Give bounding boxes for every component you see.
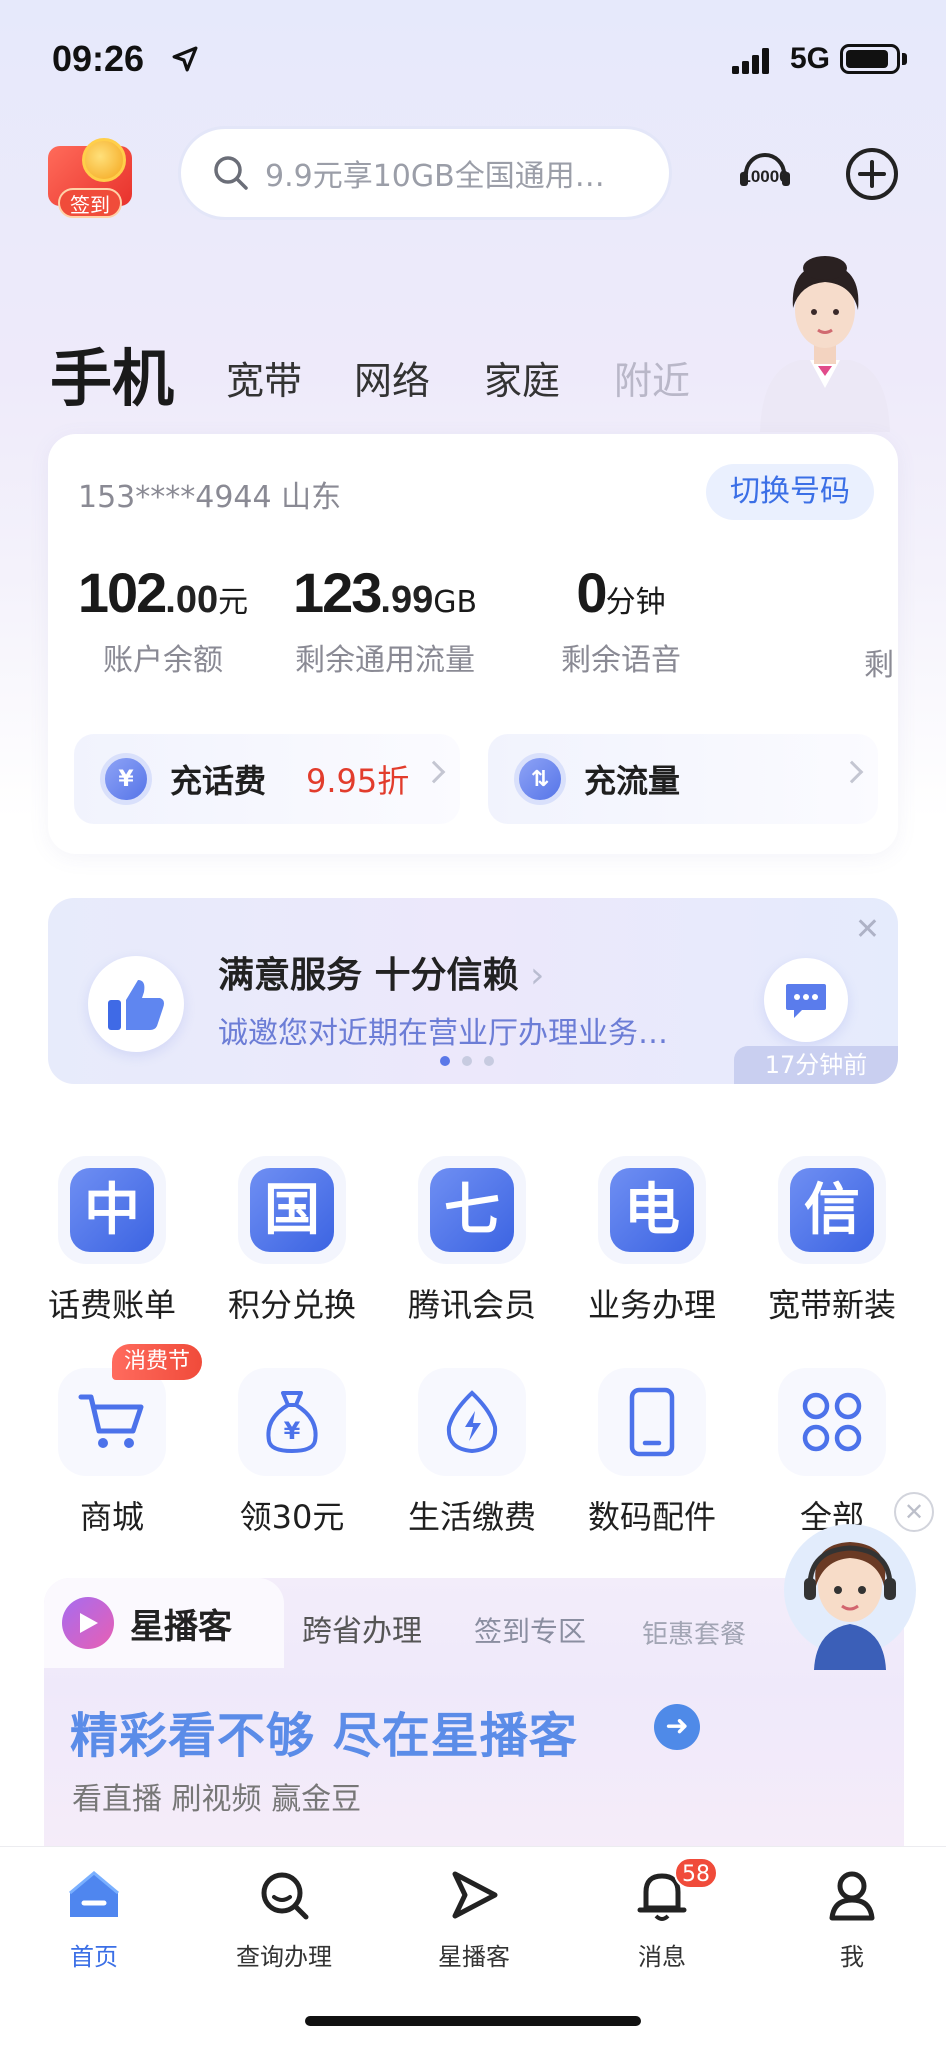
banner-subtitle: 诚邀您对近期在营业厅办理业务… [218,1016,668,1051]
stat-label: 剩余语音 [561,643,681,678]
switch-number-button[interactable]: 切换号码 [706,464,874,520]
svg-text:10000: 10000 [741,167,788,186]
yen-coin-icon: ¥ [100,753,152,805]
star-headline[interactable]: 精彩看不够 尽在星播客 [70,1696,578,1766]
grid-item-broadband-install[interactable]: 信 宽带新装 [742,1156,922,1326]
thumbs-up-icon [88,956,184,1052]
bolt-icon [446,1390,498,1454]
phone-device-icon [629,1387,675,1457]
location-arrow-icon [172,46,198,72]
plus-circle-icon[interactable] [844,146,900,202]
nav-messages[interactable]: 消息 [582,1865,742,1972]
message-count-badge: 58 [674,1857,718,1889]
chat-bubble-icon [764,958,848,1042]
checkin-label: 签到 [58,188,122,218]
person-icon [822,1865,882,1925]
tab-checkin-zone[interactable]: 签到专区 [474,1610,586,1650]
phone-number: 153****4944 山东 [78,480,342,515]
tencent-vip-icon: 七 [430,1168,514,1252]
tab-deals[interactable]: 钜惠套餐 [642,1614,746,1651]
money-bag-icon: ¥ [266,1391,318,1454]
customer-service-agent-illustration [760,256,890,432]
network-type: 5G [790,42,831,75]
coin-icon [82,138,126,182]
chevron-right-icon [422,760,446,784]
cart-icon [78,1394,144,1448]
tab-star-broadcast[interactable]: 星播客 [44,1578,284,1668]
recharge-discount: 9.95折 [306,762,410,800]
banner-title: 满意服务 十分信赖 › [218,955,545,996]
magnifier-icon [254,1865,314,1925]
carousel-indicator [440,1056,494,1066]
star-broadcast-logo-icon [62,1597,114,1649]
arrow-right-icon[interactable]: ➜ [654,1704,700,1750]
stat-data[interactable]: 123.99GB 剩余通用流量 [270,560,500,679]
close-icon[interactable]: ✕ [855,912,880,947]
battery-icon [840,44,900,74]
grid-item-mall[interactable]: 商城 [22,1368,202,1538]
nav-home[interactable]: 首页 [14,1865,174,1972]
grid-item-bill[interactable]: 中 话费账单 [22,1156,202,1326]
search-input[interactable]: 9.9元享10GB全国通用… [178,126,672,220]
bill-icon: 中 [70,1168,154,1252]
tab-network[interactable]: 网络 [354,350,430,405]
nav-query[interactable]: 查询办理 [204,1865,364,1972]
grid-item-points[interactable]: 国 积分兑换 [202,1156,382,1326]
assistant-avatar[interactable] [780,1520,920,1670]
banner-time: 17分钟前 [734,1046,898,1084]
apps-grid-icon [802,1392,862,1452]
nav-star-broadcast[interactable]: 星播客 [394,1865,554,1972]
search-icon [214,156,248,190]
home-indicator [305,2016,641,2026]
tab-nearby[interactable]: 附近 [614,350,690,405]
status-time: 09:26 [52,38,145,79]
feedback-banner[interactable]: ✕ 满意服务 十分信赖 › 诚邀您对近期在营业厅办理业务… 17分钟前 [48,898,898,1084]
recharge-bill-button[interactable]: ¥ 充话费 9.95折 [74,734,460,824]
search-placeholder: 9.9元享10GB全国通用… [265,159,605,194]
points-icon: 国 [250,1168,334,1252]
nav-me[interactable]: 我 [772,1865,932,1972]
stat-voice[interactable]: 0分钟 剩余语音 [506,560,736,679]
stat-label: 剩余通用流量 [295,643,475,678]
grid-item-digital-accessories[interactable]: 数码配件 [562,1368,742,1538]
services-icon: 电 [610,1168,694,1252]
home-icon [64,1865,124,1925]
tab-broadband[interactable]: 宽带 [226,350,302,405]
star-subtitle: 看直播 刷视频 赢金豆 [72,1782,362,1817]
grid-item-services[interactable]: 电 业务办理 [562,1156,742,1326]
stat-balance[interactable]: 102.00元 账户余额 [48,560,278,679]
grid-item-get-30[interactable]: ¥ 领30元 [202,1368,382,1538]
battery-cap [902,53,907,65]
svg-text:¥: ¥ [284,1417,301,1445]
stat-label: 账户余额 [103,643,223,678]
festival-badge: 消费节 [112,1344,203,1380]
tab-family[interactable]: 家庭 [484,350,560,405]
checkin-button[interactable]: 签到 [30,138,150,222]
tab-cross-province[interactable]: 跨省办理 [302,1606,422,1650]
broadband-icon: 信 [790,1168,874,1252]
data-drop-icon: ⇅ [514,753,566,805]
grid-item-tencent-vip[interactable]: 七 腾讯会员 [382,1156,562,1326]
star-broadcast-section: 星播客 跨省办理 签到专区 钜惠套餐 精彩看不够 尽在星播客 ➜ 看直播 刷视频… [44,1578,904,1848]
account-card: 153****4944 山东 切换号码 102.00元 账户余额 123.99G… [48,434,898,854]
play-triangle-icon [444,1865,504,1925]
10000-hotline-icon[interactable]: 10000 [736,148,794,198]
stat-cut-label: 剩 [864,648,894,683]
region: 山东 [281,480,342,515]
grid-item-utilities[interactable]: 生活缴费 [382,1368,562,1538]
chevron-right-icon [840,760,864,784]
tab-phone[interactable]: 手机 [50,328,174,418]
recharge-data-button[interactable]: ⇅ 充流量 [488,734,878,824]
signal-icon [732,48,769,74]
